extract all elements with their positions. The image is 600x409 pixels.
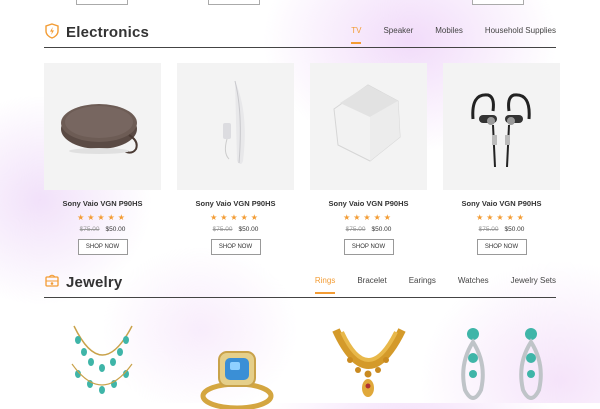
shop-now-button[interactable]: SHOP NOW <box>77 239 128 255</box>
tab-earings[interactable]: Earings <box>409 276 436 285</box>
product-prices: $75.00 $50.00 <box>443 226 560 233</box>
tab-mobiles[interactable]: Mobiles <box>435 26 463 35</box>
product-name[interactable]: Sony Vaio VGN P90HS <box>44 199 161 208</box>
electronics-tabs: TV Speaker Mobiles Household Supplies <box>329 26 556 44</box>
electronics-title: Electronics <box>66 24 150 41</box>
product-card[interactable]: Sony Vaio VGN P90HS ★★★★★ $75.00 $50.00 S… <box>443 63 560 255</box>
jewelry-title: Jewelry <box>66 274 123 291</box>
product-image-blue-topaz-ring[interactable] <box>177 314 294 409</box>
product-image-wall-speaker[interactable] <box>177 63 294 190</box>
rating-stars: ★★★★★ <box>77 213 128 222</box>
product-name[interactable]: Sony Vaio VGN P90HS <box>177 199 294 208</box>
section-divider <box>44 47 556 48</box>
tab-household-supplies[interactable]: Household Supplies <box>485 26 556 35</box>
current-price: $50.00 <box>504 226 525 233</box>
electronics-section-header: Electronics TV Speaker Mobiles Household… <box>44 20 556 48</box>
product-card[interactable]: Sony Vaio VGN P90HS ★★★★★ $75.00 $50.00 S… <box>177 63 294 255</box>
old-price: $75.00 <box>345 226 366 233</box>
rating-stars: ★★★★★ <box>476 213 527 222</box>
tab-jewelry-sets[interactable]: Jewelry Sets <box>511 276 556 285</box>
jewelry-product-grid <box>44 314 560 409</box>
product-name[interactable]: Sony Vaio VGN P90HS <box>310 199 427 208</box>
tab-tv[interactable]: TV <box>351 26 362 44</box>
product-prices: $75.00 $50.00 <box>310 226 427 233</box>
old-price: $75.00 <box>212 226 233 233</box>
previous-shop-button-stub[interactable] <box>208 0 260 5</box>
current-price: $50.00 <box>371 226 392 233</box>
jewelry-icon <box>45 274 59 287</box>
shop-now-button[interactable]: SHOP NOW <box>476 239 527 255</box>
rating-stars: ★★★★★ <box>210 213 261 222</box>
tab-rings[interactable]: Rings <box>314 276 336 294</box>
rating-stars: ★★★★★ <box>343 213 394 222</box>
current-price: $50.00 <box>105 226 126 233</box>
product-image-turquoise-earrings[interactable] <box>443 314 560 409</box>
old-price: $75.00 <box>79 226 100 233</box>
current-price: $50.00 <box>238 226 259 233</box>
product-prices: $75.00 $50.00 <box>177 226 294 233</box>
shop-now-button[interactable]: SHOP NOW <box>343 239 394 255</box>
jewelry-section-header: Jewelry Rings Bracelet Earings Watches J… <box>44 270 556 298</box>
previous-shop-button-stub[interactable] <box>76 0 128 5</box>
product-image-white-speaker[interactable] <box>310 63 427 190</box>
electronics-product-grid: Sony Vaio VGN P90HS ★★★★★ $75.00 $50.00 S… <box>44 63 560 255</box>
previous-shop-button-stub[interactable] <box>472 0 524 5</box>
product-image-bluetooth-speaker[interactable] <box>44 63 161 190</box>
product-prices: $75.00 $50.00 <box>44 226 161 233</box>
tab-watches[interactable]: Watches <box>458 276 489 285</box>
shop-now-button[interactable]: SHOP NOW <box>210 239 261 255</box>
tab-speaker[interactable]: Speaker <box>383 26 413 35</box>
product-card[interactable]: Sony Vaio VGN P90HS ★★★★★ $75.00 $50.00 S… <box>44 63 161 255</box>
product-name[interactable]: Sony Vaio VGN P90HS <box>443 199 560 208</box>
product-image-earphones[interactable] <box>443 63 560 190</box>
shield-bolt-icon <box>45 23 59 39</box>
product-image-gold-necklace[interactable] <box>310 314 427 409</box>
jewelry-tabs: Rings Bracelet Earings Watches Jewelry S… <box>293 276 556 294</box>
product-image-turquoise-necklace[interactable] <box>44 314 161 409</box>
product-card[interactable]: Sony Vaio VGN P90HS ★★★★★ $75.00 $50.00 S… <box>310 63 427 255</box>
section-divider <box>44 297 556 298</box>
old-price: $75.00 <box>478 226 499 233</box>
tab-bracelet[interactable]: Bracelet <box>357 276 386 285</box>
